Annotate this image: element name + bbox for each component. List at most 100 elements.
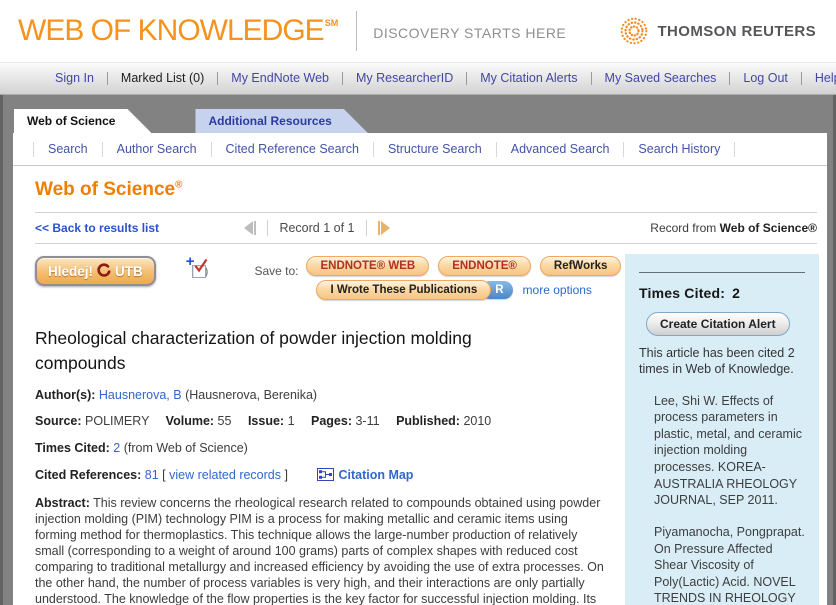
pager-separator bbox=[366, 220, 367, 236]
utb-label: UTB bbox=[115, 264, 143, 279]
article-title: Rheological characterization of powder i… bbox=[35, 326, 565, 377]
masthead: WEB OF KNOWLEDGESM DISCOVERY STARTS HERE… bbox=[0, 0, 836, 62]
published-label: Published: bbox=[396, 414, 460, 428]
topnav-link[interactable]: My Citation Alerts bbox=[467, 72, 591, 85]
logo-sm-mark: SM bbox=[325, 18, 339, 28]
web-of-knowledge-logo[interactable]: WEB OF KNOWLEDGESM bbox=[18, 16, 338, 46]
bracket: ] bbox=[284, 468, 287, 482]
citing-articles-list: Lee, Shi W. Effects of process parameter… bbox=[639, 393, 805, 605]
top-navbar: Sign InMarked List (0)My EndNote WebMy R… bbox=[0, 62, 836, 95]
topnav-link[interactable]: Marked List (0) bbox=[108, 72, 218, 85]
times-cited-suffix: (from Web of Science) bbox=[124, 441, 248, 455]
tabs-row: Web of Science Additional Resources bbox=[3, 95, 833, 133]
issue-value: 1 bbox=[288, 414, 295, 428]
abstract: Abstract: This review concerns the rheol… bbox=[35, 496, 613, 605]
tagline: DISCOVERY STARTS HERE bbox=[373, 21, 566, 41]
citation-map-link[interactable]: Citation Map bbox=[338, 468, 413, 482]
issue-label: Issue: bbox=[248, 414, 284, 428]
subnav-link[interactable]: Search bbox=[34, 142, 103, 157]
citing-article: Piyamanocha, Pongprapat. On Pressure Aff… bbox=[654, 524, 805, 605]
pages-value: 3-11 bbox=[355, 414, 379, 428]
thomson-reuters-sunburst-icon bbox=[619, 16, 649, 46]
volume-value: 55 bbox=[218, 414, 232, 428]
refworks-button[interactable]: RefWorks bbox=[540, 256, 621, 276]
subnav-link[interactable]: Cited Reference Search bbox=[212, 142, 374, 157]
citing-article: Lee, Shi W. Effects of process parameter… bbox=[654, 393, 805, 509]
bracket: [ bbox=[162, 468, 165, 482]
source-value: POLIMERY bbox=[85, 414, 149, 428]
endnote-web-button[interactable]: ENDNOTE® WEB bbox=[306, 256, 429, 276]
author-full-name: (Hausnerova, Berenika) bbox=[185, 388, 317, 402]
logo-text: WEB OF KNOWLEDGE bbox=[18, 16, 324, 46]
previous-record-bar bbox=[254, 221, 256, 235]
record-nav-row: << Back to results list Record 1 of 1 Re… bbox=[35, 213, 817, 243]
authors-label: Author(s): bbox=[35, 388, 95, 402]
source-label: Source: bbox=[35, 414, 82, 428]
search-subnav: SearchAuthor SearchCited Reference Searc… bbox=[13, 133, 827, 166]
sidebar-times-cited: Times Cited:2 bbox=[639, 285, 805, 301]
topnav-link[interactable]: Sign In bbox=[42, 72, 108, 85]
record-pager: Record 1 of 1 bbox=[244, 220, 389, 236]
previous-record-icon[interactable] bbox=[244, 221, 253, 235]
endnote-button[interactable]: ENDNOTE® bbox=[438, 256, 531, 276]
authors-line: Author(s): Hausnerova, B (Hausnerova, Be… bbox=[35, 388, 613, 404]
citation-map-group: Citation Map bbox=[317, 468, 413, 482]
times-cited-sidebar: Times Cited:2 Create Citation Alert This… bbox=[625, 254, 819, 605]
next-record-bar bbox=[378, 221, 380, 235]
check-glyph bbox=[194, 258, 208, 273]
sfx-link-icon bbox=[96, 263, 112, 279]
cited-note: This article has been cited 2 times in W… bbox=[639, 345, 805, 378]
topnav-link[interactable]: My ResearcherID bbox=[343, 72, 467, 85]
topnav-link[interactable]: My EndNote Web bbox=[218, 72, 343, 85]
cited-references-link[interactable]: 81 bbox=[145, 468, 159, 482]
back-to-results-link[interactable]: << Back to results list bbox=[35, 221, 159, 235]
published-value: 2010 bbox=[463, 414, 491, 428]
author-link[interactable]: Hausnerova, B bbox=[99, 388, 182, 402]
next-record-icon[interactable] bbox=[381, 221, 390, 235]
tab-additional-resources[interactable]: Additional Resources bbox=[195, 109, 367, 133]
registered-mark: ® bbox=[175, 180, 182, 191]
pages-label: Pages: bbox=[311, 414, 352, 428]
page-title: Web of Science® bbox=[35, 166, 819, 212]
abstract-text: This review concerns the rheological res… bbox=[35, 496, 605, 605]
sidebar-rule bbox=[639, 272, 805, 273]
subnav-link[interactable]: Structure Search bbox=[374, 142, 497, 157]
subnav-link[interactable]: Advanced Search bbox=[497, 142, 625, 157]
record-toolbar: Hledej! UTB + bbox=[35, 254, 613, 300]
web-of-knowledge-page: WEB OF KNOWLEDGESM DISCOVERY STARTS HERE… bbox=[0, 0, 836, 605]
brand-name: THOMSON REUTERS bbox=[657, 23, 816, 40]
view-related-records-link[interactable]: view related records bbox=[169, 468, 281, 482]
citation-map-icon[interactable] bbox=[317, 468, 334, 481]
tab-web-of-science[interactable]: Web of Science bbox=[14, 109, 151, 133]
save-to-label: Save to: bbox=[254, 264, 298, 278]
volume-label: Volume: bbox=[166, 414, 214, 428]
content-panel: SearchAuthor SearchCited Reference Searc… bbox=[13, 133, 827, 605]
sidebar-times-cited-value: 2 bbox=[732, 285, 740, 301]
thomson-reuters-brand: THOMSON REUTERS bbox=[619, 16, 816, 46]
abstract-label: Abstract: bbox=[35, 496, 90, 510]
more-options-link[interactable]: more options bbox=[523, 283, 592, 297]
create-citation-alert-button[interactable]: Create Citation Alert bbox=[646, 312, 790, 336]
pager-separator bbox=[267, 220, 268, 236]
times-cited-link[interactable]: 2 bbox=[113, 441, 120, 455]
topnav-link[interactable]: Help bbox=[802, 72, 836, 85]
divider bbox=[35, 243, 817, 244]
source-line: Source: POLIMERY Volume: 55 Issue: 1 Pag… bbox=[35, 414, 613, 430]
hledej-utb-button[interactable]: Hledej! UTB bbox=[35, 256, 156, 286]
i-wrote-these-publications-button[interactable]: I Wrote These Publications bbox=[316, 280, 491, 300]
hledej-label: Hledej! bbox=[48, 264, 93, 279]
subnav-link[interactable]: Author Search bbox=[103, 142, 212, 157]
times-cited-line: Times Cited: 2 (from Web of Science) bbox=[35, 441, 613, 457]
times-cited-label: Times Cited: bbox=[35, 441, 110, 455]
record-from-label: Record from Web of Science® bbox=[650, 221, 817, 235]
page-background: Web of Science Additional Resources Sear… bbox=[0, 95, 836, 605]
record-main-column: Hledej! UTB + bbox=[35, 254, 613, 605]
subnav-link[interactable]: Search History bbox=[624, 142, 735, 157]
record-counter: Record 1 of 1 bbox=[279, 221, 354, 235]
masthead-divider bbox=[356, 11, 357, 51]
cited-references-label: Cited References: bbox=[35, 468, 141, 482]
topnav-link[interactable]: Log Out bbox=[730, 72, 801, 85]
topnav-link[interactable]: My Saved Searches bbox=[592, 72, 731, 85]
save-destination-buttons: ENDNOTE® WEB ENDNOTE® RefWorks I Wrote T… bbox=[306, 256, 621, 300]
cited-references-line: Cited References: 81 [ view related reco… bbox=[35, 468, 613, 484]
